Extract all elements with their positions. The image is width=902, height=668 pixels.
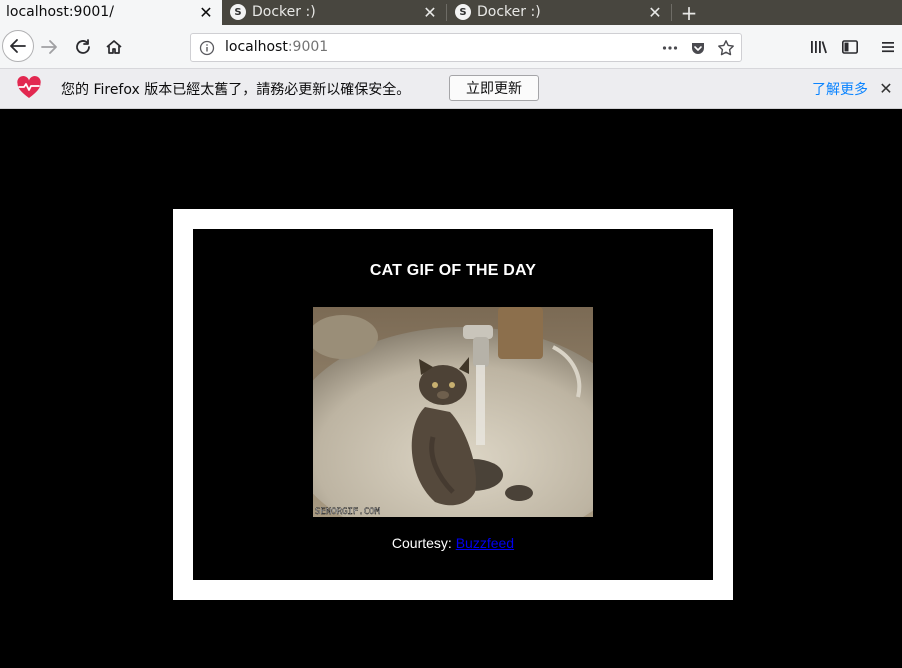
reload-button[interactable] [72, 36, 94, 58]
sidebar-icon [841, 40, 858, 54]
courtesy-label: Courtesy: [391, 535, 452, 551]
heartbeat-icon [17, 76, 41, 98]
url-bar[interactable]: localhost:9001 [190, 33, 742, 62]
arrow-right-icon [41, 40, 57, 54]
update-notification-bar: 您的 Firefox 版本已經太舊了，請務必更新以確保安全。 立即更新 了解更多… [0, 69, 902, 109]
docker-favicon-icon: S [230, 4, 246, 20]
hamburger-menu-icon [882, 42, 894, 53]
gif-card-inner: CAT GIF OF THE DAY SENORGIF.COM Courtesy… [193, 229, 713, 580]
tab-docker-2[interactable]: S Docker :) ✕ [447, 0, 671, 25]
new-tab-button[interactable]: + [678, 0, 700, 25]
cat-gif-image: SENORGIF.COM [313, 307, 593, 517]
tab-title: Docker :) [477, 4, 541, 20]
docker-favicon-icon: S [455, 4, 471, 20]
tab-strip: localhost:9001/ ✕ S Docker :) ✕ S Docker… [0, 0, 902, 25]
home-icon [106, 40, 122, 54]
close-tab-icon[interactable]: ✕ [198, 3, 214, 22]
courtesy-line: Courtesy: Buzzfeed [193, 535, 713, 551]
close-tab-icon[interactable]: ✕ [422, 3, 438, 22]
close-notification-icon[interactable]: ✕ [877, 78, 895, 98]
arrow-left-icon [10, 39, 26, 53]
page-viewport: CAT GIF OF THE DAY SENORGIF.COM Courtesy… [0, 109, 902, 668]
home-button[interactable] [103, 36, 125, 58]
update-now-button[interactable]: 立即更新 [449, 75, 539, 101]
tab-title: Docker :) [252, 4, 316, 20]
navigation-toolbar: localhost:9001 [0, 25, 902, 69]
gif-watermark: SENORGIF.COM [315, 507, 381, 517]
sidebar-button[interactable] [839, 36, 861, 58]
page-actions-icon[interactable] [659, 37, 681, 59]
library-icon [811, 41, 827, 54]
url-text[interactable]: localhost:9001 [225, 39, 328, 55]
url-port: :9001 [287, 39, 329, 55]
notification-message: 您的 Firefox 版本已經太舊了，請務必更新以確保安全。 [61, 82, 411, 98]
tab-docker-1[interactable]: S Docker :) ✕ [222, 0, 446, 25]
cat-in-sink-illustration: SENORGIF.COM [313, 307, 593, 517]
info-icon[interactable] [199, 40, 215, 56]
pocket-icon[interactable] [687, 37, 709, 59]
tab-title: localhost:9001/ [6, 4, 114, 20]
bookmark-star-icon[interactable] [715, 37, 737, 59]
library-button[interactable] [808, 36, 830, 58]
buzzfeed-link[interactable]: Buzzfeed [456, 535, 514, 551]
tab-localhost[interactable]: localhost:9001/ ✕ [0, 0, 222, 25]
back-button[interactable] [2, 30, 34, 62]
reload-icon [76, 39, 90, 54]
tab-separator [671, 4, 672, 21]
forward-button[interactable] [38, 36, 60, 58]
page-title: CAT GIF OF THE DAY [369, 262, 537, 279]
learn-more-link[interactable]: 了解更多 [812, 79, 868, 99]
gif-card: CAT GIF OF THE DAY SENORGIF.COM Courtesy… [173, 209, 733, 600]
menu-button[interactable] [877, 36, 899, 58]
close-tab-icon[interactable]: ✕ [647, 3, 663, 22]
url-host: localhost [225, 39, 288, 55]
